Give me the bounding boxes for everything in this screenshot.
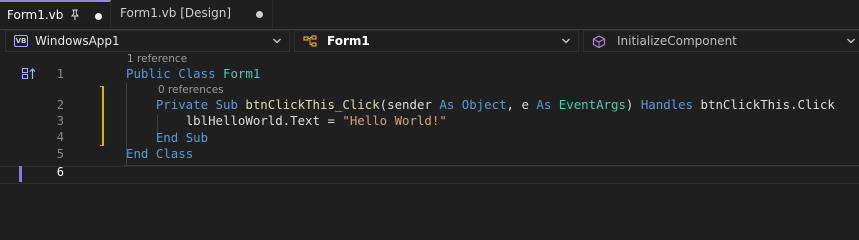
block-separator (124, 165, 859, 166)
navigation-bar: VB WindowsApp1 Form1 InitializeComponent (0, 30, 859, 53)
member-dropdown[interactable]: InitializeComponent (583, 30, 859, 52)
code-line[interactable]: lblHelloWorld.Text = "Hello World!" (126, 113, 447, 128)
type-dropdown-label: Form1 (327, 34, 370, 48)
code-token: , (506, 97, 522, 112)
line-number: 2 (56, 98, 64, 112)
code-token: Class (155, 146, 194, 161)
project-dropdown-label: WindowsApp1 (35, 34, 120, 48)
pin-icon[interactable] (69, 9, 81, 21)
vb-project-icon: VB (14, 35, 28, 47)
code-token: sender (387, 97, 432, 112)
code-token: "Hello World!" (342, 113, 447, 128)
code-token: ) (625, 97, 641, 112)
code-token: Sub (215, 97, 238, 112)
codelens-references[interactable]: 0 references (158, 84, 224, 96)
code-token: As (439, 97, 455, 112)
code-token: EventArgs (558, 97, 626, 112)
tab-form1-vb-design[interactable]: Form1.vb [Design] (111, 0, 273, 28)
line-number: 1 (56, 67, 64, 81)
code-token: Class (178, 66, 216, 81)
type-dropdown[interactable]: Form1 (294, 30, 579, 52)
document-tab-strip: Form1.vb Form1.vb [Design] (0, 0, 859, 29)
class-icon (303, 35, 317, 47)
code-token: Sub (185, 130, 209, 145)
modified-dot-icon[interactable] (256, 11, 263, 18)
code-token: End (126, 146, 149, 161)
method-icon (592, 35, 606, 48)
code-token: = (319, 113, 343, 128)
code-token: Click (797, 97, 835, 112)
code-line[interactable]: End Sub (126, 130, 208, 145)
code-token: End (155, 130, 179, 145)
tab-form1-vb[interactable]: Form1.vb (0, 0, 111, 28)
code-token: . (790, 97, 798, 112)
code-token: Private (155, 97, 209, 112)
code-token: Object (461, 97, 507, 112)
chevron-down-icon[interactable] (272, 36, 282, 46)
project-dropdown[interactable]: VB WindowsApp1 (5, 30, 290, 52)
line-number: 6 (56, 165, 64, 179)
tab-label: Form1.vb (7, 8, 64, 22)
code-editor[interactable]: 1 reference 0 references 1 2 3 4 5 6 Pub… (0, 53, 859, 208)
code-token: Form1 (223, 66, 261, 81)
line-number: 5 (56, 147, 64, 161)
code-line[interactable]: Public Class Form1 (126, 66, 260, 81)
class-member-gutter-icon[interactable] (22, 68, 36, 80)
code-token: Public (126, 66, 171, 81)
code-token: Text (290, 113, 320, 128)
chevron-down-icon[interactable] (846, 36, 856, 46)
code-token: lblHelloWorld (185, 113, 283, 128)
change-tracking-marker (100, 86, 104, 146)
codelens-references[interactable]: 1 reference (127, 53, 187, 65)
member-dropdown-label: InitializeComponent (617, 34, 737, 48)
code-token: Handles (640, 97, 694, 112)
modified-dot-icon[interactable] (95, 13, 102, 20)
code-line[interactable]: End Class (126, 146, 193, 161)
code-line[interactable]: Private Sub btnClickThis_Click(sender As… (126, 97, 835, 112)
tab-label: Form1.vb [Design] (120, 6, 232, 20)
current-line-marker (19, 166, 22, 182)
code-token: e (521, 97, 529, 112)
chevron-down-icon[interactable] (561, 36, 571, 46)
code-token: As (536, 97, 552, 112)
current-line-highlight (0, 166, 859, 184)
line-number: 4 (56, 130, 64, 144)
line-number: 3 (56, 114, 64, 128)
code-token: btnClickThis_Click (245, 97, 380, 112)
code-token: btnClickThis (700, 97, 791, 112)
